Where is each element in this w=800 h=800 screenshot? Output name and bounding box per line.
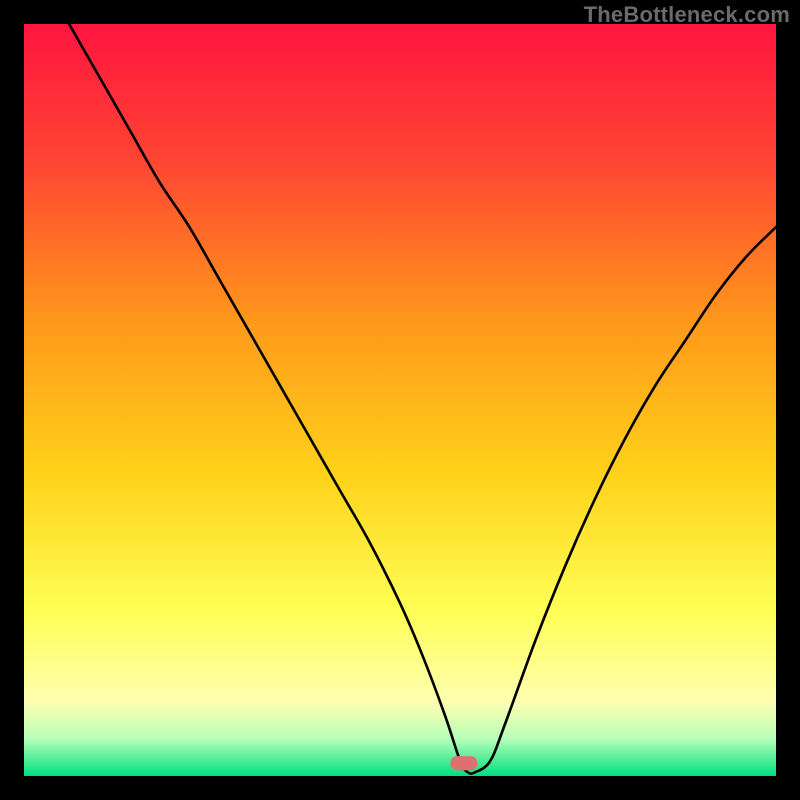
optimal-marker bbox=[450, 756, 477, 770]
gradient-background bbox=[24, 24, 776, 776]
bottleneck-chart bbox=[24, 24, 776, 776]
chart-frame: TheBottleneck.com bbox=[0, 0, 800, 800]
attribution-text: TheBottleneck.com bbox=[584, 2, 790, 28]
